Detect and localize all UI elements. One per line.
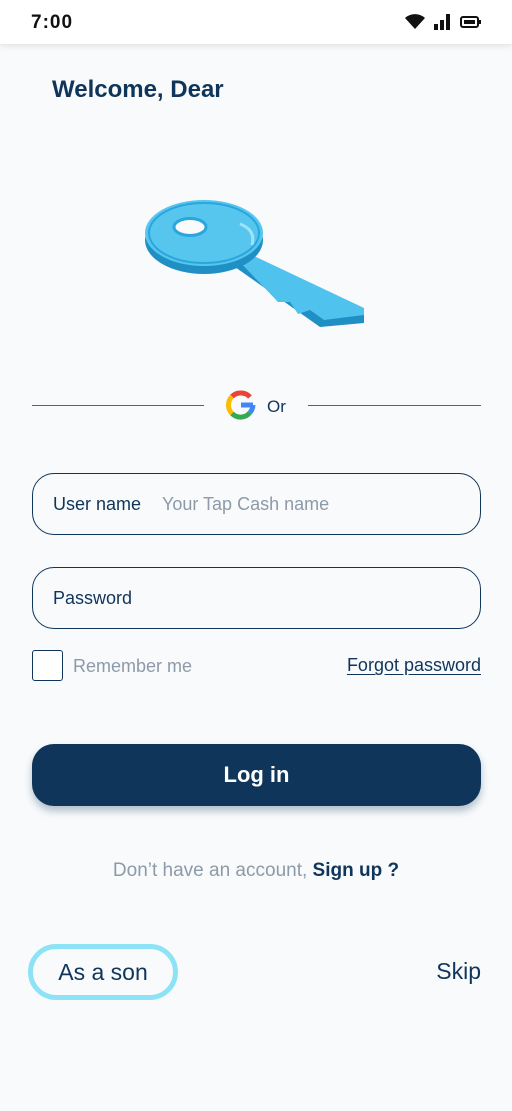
remember-me-checkbox[interactable] [32, 650, 63, 681]
as-son-button[interactable]: As a son [28, 944, 178, 1000]
wifi-icon [404, 14, 426, 35]
signup-prompt: Don’t have an account, [112, 860, 308, 881]
login-button[interactable]: Log in [32, 744, 481, 806]
password-field[interactable]: Password [32, 567, 481, 629]
forgot-password-link[interactable]: Forgot password [347, 655, 481, 676]
skip-button[interactable]: Skip [436, 958, 481, 985]
as-son-label: As a son [58, 958, 148, 985]
or-label: Or [267, 397, 286, 416]
divider-left [32, 405, 204, 406]
signal-icon [434, 14, 452, 35]
status-bar: 7:00 [0, 0, 512, 44]
username-label: User name [53, 494, 142, 514]
username-field[interactable]: User name Your Tap Cash name [32, 473, 481, 535]
remember-me-label: Remember me [73, 656, 193, 676]
page-title: Welcome, Dear [52, 76, 224, 103]
login-button-label: Log in [223, 762, 290, 787]
status-icons [404, 14, 482, 35]
username-placeholder: Your Tap Cash name [162, 494, 330, 514]
key-illustration [140, 190, 372, 340]
google-icon[interactable] [225, 389, 257, 421]
signup-row: Don’t have an account, Sign up ? [0, 860, 512, 882]
divider-right [308, 405, 481, 406]
password-label: Password [53, 588, 133, 608]
signup-link[interactable]: Sign up ? [313, 860, 400, 881]
battery-icon [460, 15, 482, 34]
status-time: 7:00 [31, 12, 74, 33]
